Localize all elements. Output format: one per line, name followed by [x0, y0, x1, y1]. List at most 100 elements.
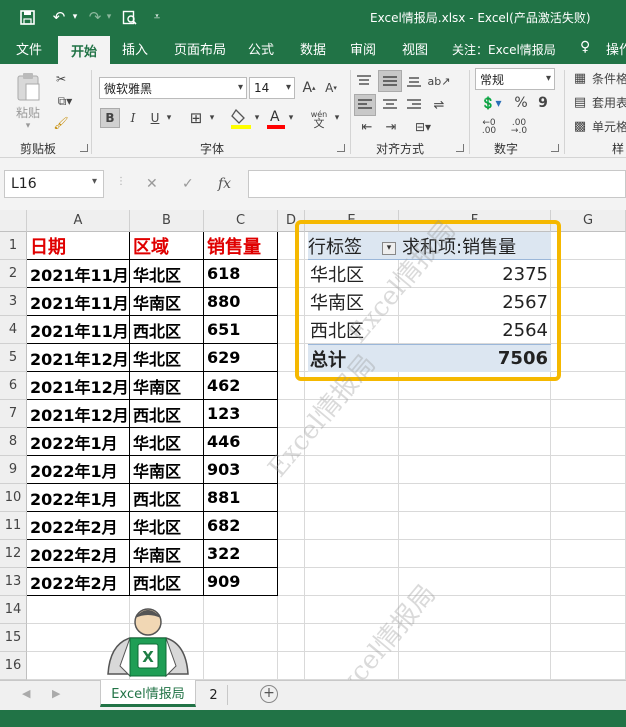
table-cell[interactable]: 2022年2月: [27, 512, 130, 540]
borders-icon[interactable]: ⊞: [186, 108, 206, 128]
table-cell[interactable]: 华南区: [130, 372, 204, 400]
sheet-tab[interactable]: 2: [200, 685, 228, 705]
save-icon[interactable]: [16, 6, 38, 28]
cell[interactable]: [551, 624, 626, 652]
cell[interactable]: [278, 512, 305, 540]
cell-styles-button[interactable]: 单元格: [592, 118, 626, 134]
font-launcher-icon[interactable]: [337, 144, 345, 152]
table-cell[interactable]: 462: [204, 372, 278, 400]
chevron-down-icon[interactable]: ▾: [286, 82, 291, 93]
formula-input[interactable]: [248, 170, 626, 198]
font-color-dropdown-icon[interactable]: ▾: [286, 108, 296, 128]
cell[interactable]: [551, 400, 626, 428]
table-cell[interactable]: 909: [204, 568, 278, 596]
align-center-icon[interactable]: [380, 96, 400, 114]
decrease-indent-icon[interactable]: ⇤: [356, 118, 378, 136]
format-as-table-button[interactable]: 套用表: [592, 94, 626, 110]
cell[interactable]: [399, 456, 551, 484]
table-cell[interactable]: 629: [204, 344, 278, 372]
table-cell[interactable]: 2022年2月: [27, 540, 130, 568]
row-header[interactable]: 7: [0, 400, 27, 428]
cell[interactable]: [204, 652, 278, 680]
table-cell[interactable]: 2022年2月: [27, 568, 130, 596]
cell[interactable]: [305, 540, 399, 568]
cell[interactable]: [204, 596, 278, 624]
increase-font-icon[interactable]: A ▴: [300, 78, 318, 98]
conditional-format-button[interactable]: 条件格: [592, 70, 626, 86]
cell[interactable]: [551, 260, 626, 288]
phonetic-icon[interactable]: wén 文: [306, 108, 332, 130]
cell[interactable]: [551, 568, 626, 596]
chevron-down-icon[interactable]: ▾: [546, 73, 551, 84]
alignment-launcher-icon[interactable]: [456, 144, 464, 152]
tab-review[interactable]: 审阅: [350, 39, 376, 58]
comma-style-button[interactable]: 9: [534, 94, 552, 112]
fill-color-icon[interactable]: [230, 106, 252, 130]
paste-icon[interactable]: [12, 70, 44, 104]
cell[interactable]: [399, 484, 551, 512]
tab-page-layout[interactable]: 页面布局: [174, 39, 226, 58]
table-cell[interactable]: 880: [204, 288, 278, 316]
cell[interactable]: [399, 540, 551, 568]
cell[interactable]: [278, 652, 305, 680]
row-header[interactable]: 11: [0, 512, 27, 540]
row-header[interactable]: 4: [0, 316, 27, 344]
table-cell[interactable]: 2022年1月: [27, 428, 130, 456]
table-cell[interactable]: 618: [204, 260, 278, 288]
cell[interactable]: [551, 372, 626, 400]
table-cell[interactable]: 2021年11月: [27, 260, 130, 288]
table-cell[interactable]: 322: [204, 540, 278, 568]
table-cell[interactable]: 华北区: [130, 428, 204, 456]
table-cell[interactable]: 华南区: [130, 288, 204, 316]
cell[interactable]: [399, 624, 551, 652]
cell[interactable]: [551, 484, 626, 512]
row-header[interactable]: 13: [0, 568, 27, 596]
tab-file[interactable]: 文件: [16, 39, 42, 58]
print-preview-icon[interactable]: [118, 6, 140, 28]
tab-insert[interactable]: 插入: [122, 39, 148, 58]
cell[interactable]: [551, 232, 626, 260]
table-cell[interactable]: 西北区: [130, 316, 204, 344]
cell[interactable]: [305, 568, 399, 596]
table-cell[interactable]: 123: [204, 400, 278, 428]
borders-dropdown-icon[interactable]: ▾: [207, 108, 217, 128]
font-size-combo[interactable]: 14 ▾: [249, 77, 295, 99]
cell[interactable]: [551, 512, 626, 540]
insert-function-button[interactable]: fx: [218, 176, 231, 192]
cell[interactable]: [278, 596, 305, 624]
increase-decimal-icon[interactable]: ←0.00: [476, 118, 502, 136]
table-cell[interactable]: 881: [204, 484, 278, 512]
undo-dropdown-icon[interactable]: ▾: [64, 6, 86, 28]
conditional-format-icon[interactable]: ▦: [572, 70, 588, 86]
copy-icon[interactable]: ⧉▾: [52, 92, 78, 110]
cell[interactable]: [278, 568, 305, 596]
row-header[interactable]: 3: [0, 288, 27, 316]
redo-dropdown-icon[interactable]: ▾: [98, 6, 120, 28]
table-cell[interactable]: 华北区: [130, 260, 204, 288]
merge-center-icon[interactable]: ⊟▾: [406, 118, 440, 136]
number-launcher-icon[interactable]: [551, 144, 559, 152]
middle-align-icon[interactable]: [378, 70, 402, 92]
wrap-text-icon[interactable]: ⇌: [428, 96, 450, 114]
row-header[interactable]: 1: [0, 232, 27, 260]
table-cell[interactable]: 华北区: [130, 512, 204, 540]
column-header-b[interactable]: B: [130, 210, 204, 232]
cell[interactable]: [305, 512, 399, 540]
tab-home[interactable]: 开始: [58, 36, 110, 64]
column-header-g[interactable]: G: [551, 210, 626, 232]
row-header[interactable]: 15: [0, 624, 27, 652]
top-align-icon[interactable]: [354, 72, 374, 90]
cancel-icon[interactable]: ✕: [146, 176, 158, 192]
lightbulb-icon[interactable]: ♀: [580, 39, 590, 55]
fill-color-dropdown-icon[interactable]: ▾: [252, 108, 262, 128]
table-cell[interactable]: 682: [204, 512, 278, 540]
cell[interactable]: [399, 512, 551, 540]
cell[interactable]: [551, 428, 626, 456]
row-header[interactable]: 6: [0, 372, 27, 400]
cell[interactable]: [551, 596, 626, 624]
decrease-decimal-icon[interactable]: .00 →.0: [506, 118, 532, 136]
chevron-down-icon[interactable]: ▾: [238, 82, 243, 93]
cell[interactable]: [399, 652, 551, 680]
cell[interactable]: [551, 344, 626, 372]
align-right-icon[interactable]: [404, 96, 424, 114]
